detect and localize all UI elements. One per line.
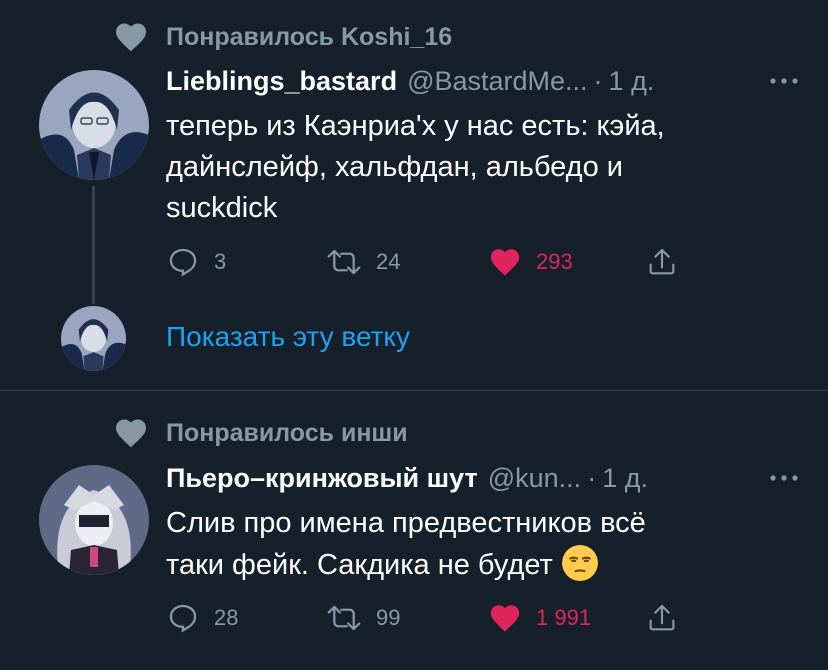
tweet-text-line: suckdick: [166, 192, 278, 224]
more-icon[interactable]: [764, 65, 804, 97]
reply-button[interactable]: 3: [166, 242, 226, 282]
tweet-header: Пьеро–кринжовый шут @kun... · 1 д.: [166, 460, 804, 496]
retweet-button[interactable]: 24: [326, 242, 400, 282]
timeline: Понравилось Koshi_16 Lieblings_bastard @…: [0, 0, 828, 670]
avatar-image: [39, 70, 149, 180]
share-icon: [649, 604, 675, 631]
heart-filled-icon: [490, 249, 520, 276]
retweet-icon: [327, 249, 361, 275]
retweet-count: 24: [376, 249, 401, 274]
share-button[interactable]: [646, 598, 678, 638]
like-button[interactable]: 293: [488, 242, 573, 282]
tweet-header: Lieblings_bastard @BastardMe... · 1 д.: [166, 63, 804, 99]
unamused-face-emoji: [561, 545, 598, 581]
retweet-count: 99: [376, 605, 401, 630]
retweet-button[interactable]: 99: [326, 598, 400, 638]
avatar[interactable]: [39, 70, 149, 180]
tweet-text-line-with-emoji: таки фейк. Сакдика не будет: [166, 544, 786, 586]
tweet-text-line: дайнслейф, хальфдан, альбедо и: [166, 151, 623, 183]
timestamp[interactable]: 1 д.: [602, 463, 648, 494]
tweet-actions: 3 24 293: [166, 242, 686, 282]
reply-count: 28: [214, 605, 239, 630]
liked-by-text: Понравилось инши: [166, 418, 408, 447]
more-icon[interactable]: [764, 462, 804, 494]
tweet-text: теперь из Каэнриа'х у нас есть: кэйа, да…: [166, 106, 786, 229]
avatar[interactable]: [39, 465, 149, 575]
share-icon: [649, 248, 675, 275]
reply-icon: [169, 604, 197, 633]
reply-icon: [169, 248, 197, 277]
tweet-actions: 28 99 1 991: [166, 598, 686, 638]
share-button[interactable]: [646, 242, 678, 282]
timestamp[interactable]: 1 д.: [609, 66, 655, 97]
display-name[interactable]: Lieblings_bastard: [166, 66, 397, 97]
avatar-image: [39, 465, 149, 575]
user-handle[interactable]: @kun...: [488, 463, 581, 494]
tweet-text-line: таки фейк. Сакдика не будет: [166, 549, 553, 581]
like-count: 293: [536, 249, 573, 274]
like-count: 1 991: [536, 605, 592, 630]
user-handle[interactable]: @BastardMe...: [407, 66, 587, 97]
separator: ·: [587, 462, 597, 493]
heart-icon: [116, 419, 146, 448]
like-button[interactable]: 1 991: [488, 598, 591, 638]
small-avatar[interactable]: [61, 306, 126, 371]
separator: ·: [593, 65, 603, 96]
reply-button[interactable]: 28: [166, 598, 238, 638]
thread-connector-line: [92, 186, 95, 304]
heart-filled-icon: [490, 605, 520, 632]
tweet-text: Слив про имена предвестников всё таки фе…: [166, 503, 786, 586]
heart-icon: [116, 23, 146, 52]
liked-by-text: Понравилось Koshi_16: [166, 22, 453, 51]
avatar-image: [61, 306, 126, 371]
reply-count: 3: [214, 249, 227, 274]
divider: [0, 390, 828, 391]
retweet-icon: [327, 605, 361, 631]
show-thread-link[interactable]: Показать эту ветку: [166, 321, 410, 353]
tweet-text-line: теперь из Каэнриа'х у нас есть: кэйа,: [166, 110, 665, 142]
tweet-text-line: Слив про имена предвестников всё: [166, 507, 646, 539]
display-name[interactable]: Пьеро–кринжовый шут: [166, 463, 478, 494]
